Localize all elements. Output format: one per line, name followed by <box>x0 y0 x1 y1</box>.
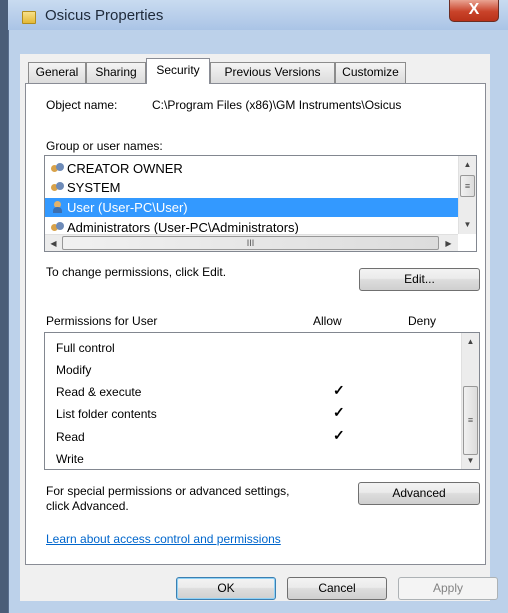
user-list-item-selected[interactable]: User (User-PC\User) <box>45 198 458 217</box>
user-list-horizontal-scrollbar[interactable]: ◀ III ▶ <box>45 234 458 251</box>
permissions-for-label: Permissions for User <box>46 314 158 328</box>
permission-full-control: Full control <box>56 341 115 355</box>
tab-security[interactable]: Security <box>146 58 210 84</box>
learn-about-access-control-link[interactable]: Learn about access control and permissio… <box>46 532 281 546</box>
permission-list-folder-contents: List folder contents <box>56 407 157 421</box>
ok-button[interactable]: OK <box>176 577 276 600</box>
change-permissions-text: To change permissions, click Edit. <box>46 265 227 279</box>
permissions-scrollbar[interactable]: ▲ ≡ ▼ <box>461 333 479 469</box>
scroll-down-arrow-icon[interactable]: ▼ <box>459 216 476 233</box>
permission-write: Write <box>56 452 84 466</box>
folder-icon <box>22 11 36 24</box>
allow-check-icon: ✓ <box>333 382 345 398</box>
user-list-vertical-scrollbar[interactable]: ▲ ≡ ▼ <box>458 156 476 234</box>
group-icon <box>51 221 65 233</box>
user-list-item[interactable]: CREATOR OWNER <box>45 159 458 178</box>
window-title: Osicus Properties <box>45 7 164 24</box>
user-icon <box>51 201 65 213</box>
tab-sharing[interactable]: Sharing <box>86 62 146 83</box>
user-list[interactable]: CREATOR OWNER SYSTEM User (User-PC\User)… <box>44 155 477 252</box>
group-icon <box>51 181 65 193</box>
user-list-item[interactable]: Administrators (User-PC\Administrators) <box>45 218 458 234</box>
scroll-left-arrow-icon[interactable]: ◀ <box>45 235 62 252</box>
allow-column-header: Allow <box>313 314 342 328</box>
allow-check-icon: ✓ <box>333 404 345 420</box>
user-name: User (User-PC\User) <box>67 200 188 215</box>
special-permissions-text-line1: For special permissions or advanced sett… <box>46 484 290 498</box>
tab-previous-versions[interactable]: Previous Versions <box>210 62 335 83</box>
edit-button[interactable]: Edit... <box>359 268 480 291</box>
group-or-user-names-label: Group or user names: <box>46 139 163 153</box>
scroll-thumb[interactable]: ≡ <box>463 386 478 455</box>
special-permissions-text-line2: click Advanced. <box>46 499 129 513</box>
deny-column-header: Deny <box>408 314 437 328</box>
scroll-thumb[interactable]: ≡ <box>460 175 475 197</box>
tab-general[interactable]: General <box>28 62 86 83</box>
object-name-value: C:\Program Files (x86)\GM Instruments\Os… <box>152 98 402 112</box>
user-name: CREATOR OWNER <box>67 161 183 176</box>
allow-check-icon: ✓ <box>333 427 345 443</box>
scroll-right-arrow-icon[interactable]: ▶ <box>440 235 457 252</box>
permission-read: Read <box>56 430 85 444</box>
scroll-up-arrow-icon[interactable]: ▲ <box>459 156 476 173</box>
advanced-button[interactable]: Advanced <box>358 482 480 505</box>
horizontal-scroll-thumb[interactable]: III <box>62 236 439 250</box>
scroll-up-arrow-icon[interactable]: ▲ <box>462 333 479 350</box>
object-name-label: Object name: <box>46 98 118 112</box>
close-button[interactable]: X <box>449 0 499 22</box>
permission-read-execute: Read & execute <box>56 385 142 399</box>
apply-button[interactable]: Apply <box>398 577 498 600</box>
cancel-button[interactable]: Cancel <box>287 577 387 600</box>
user-list-item[interactable]: SYSTEM <box>45 178 458 197</box>
user-name: SYSTEM <box>67 180 121 195</box>
group-icon <box>51 162 65 174</box>
scroll-down-arrow-icon[interactable]: ▼ <box>462 452 479 469</box>
permission-modify: Modify <box>56 363 92 377</box>
tab-customize[interactable]: Customize <box>335 62 406 83</box>
title-bar[interactable]: Osicus Properties X <box>8 0 508 30</box>
user-name: Administrators (User-PC\Administrators) <box>67 220 299 234</box>
